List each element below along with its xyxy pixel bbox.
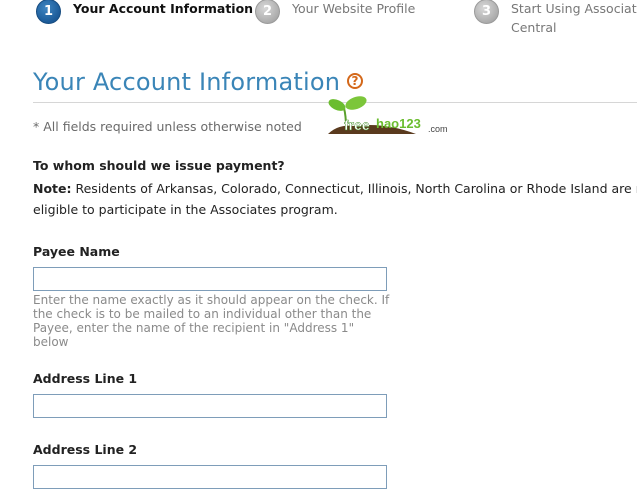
step-2-label: Your Website Profile: [292, 1, 416, 16]
step-3: 3 Start Using Associates Central: [474, 0, 637, 37]
note-label: Note:: [33, 181, 72, 196]
watermark-logo-graphic: free hao123 .com: [328, 96, 448, 134]
page-title: Your Account Information: [33, 68, 341, 96]
note-text-line-1: Residents of Arkansas, Colorado, Connect…: [71, 181, 637, 196]
eligibility-note: Note: Residents of Arkansas, Colorado, C…: [33, 178, 637, 220]
address-line-1-label: Address Line 1: [33, 371, 138, 386]
address-line-2-label: Address Line 2: [33, 442, 138, 457]
payment-question: To whom should we issue payment?: [33, 158, 285, 173]
account-information-page: 1 Your Account Information 2 Your Websit…: [0, 0, 637, 504]
step-1-number-badge: 1: [36, 0, 61, 24]
question-circle-icon[interactable]: ?: [347, 73, 363, 89]
svg-text:free: free: [344, 117, 370, 133]
svg-text:.com: .com: [428, 124, 448, 134]
step-2: 2 Your Website Profile: [255, 0, 415, 24]
step-1: 1 Your Account Information: [36, 0, 253, 24]
payee-name-hint: Enter the name exactly as it should appe…: [33, 293, 390, 349]
step-3-label: Start Using Associates Central: [511, 1, 637, 35]
payee-name-label: Payee Name: [33, 244, 120, 259]
step-3-number-badge: 3: [474, 0, 499, 24]
note-text-line-2: eligible to participate in the Associate…: [33, 202, 338, 217]
step-1-label: Your Account Information: [73, 1, 254, 16]
step-2-number-badge: 2: [255, 0, 280, 24]
required-fields-note: * All fields required unless otherwise n…: [33, 119, 302, 134]
freehao123-watermark-logo: free hao123 .com: [324, 94, 454, 142]
payee-name-input[interactable]: [33, 267, 387, 291]
address-line-1-input[interactable]: [33, 394, 387, 418]
address-line-2-input[interactable]: [33, 465, 387, 489]
svg-text:hao123: hao123: [376, 116, 421, 131]
eligibility-note-line-1: Note: Residents of Arkansas, Colorado, C…: [33, 178, 637, 199]
